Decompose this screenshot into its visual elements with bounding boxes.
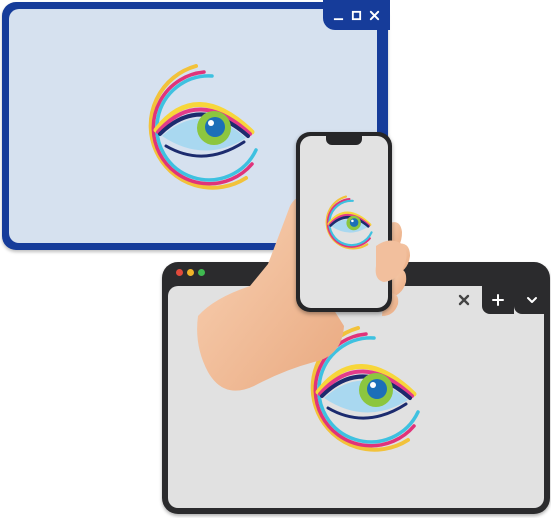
maximize-icon[interactable] (351, 8, 363, 22)
phone-notch (326, 136, 362, 145)
close-icon[interactable] (369, 8, 381, 22)
eye-logo (325, 195, 373, 250)
close-icon (458, 294, 470, 306)
new-tab-button[interactable] (482, 286, 514, 314)
eye-logo (148, 64, 258, 190)
minimize-icon[interactable] (333, 8, 345, 22)
tab-menu-button[interactable] (514, 286, 550, 314)
window-controls (323, 0, 390, 30)
tab-close-button[interactable] (446, 286, 482, 314)
tab-bar (446, 286, 550, 314)
thumb (375, 240, 407, 282)
red-dot-icon[interactable] (176, 269, 183, 276)
yellow-dot-icon[interactable] (187, 269, 194, 276)
chevron-down-icon (527, 297, 537, 303)
plus-icon (492, 294, 504, 306)
